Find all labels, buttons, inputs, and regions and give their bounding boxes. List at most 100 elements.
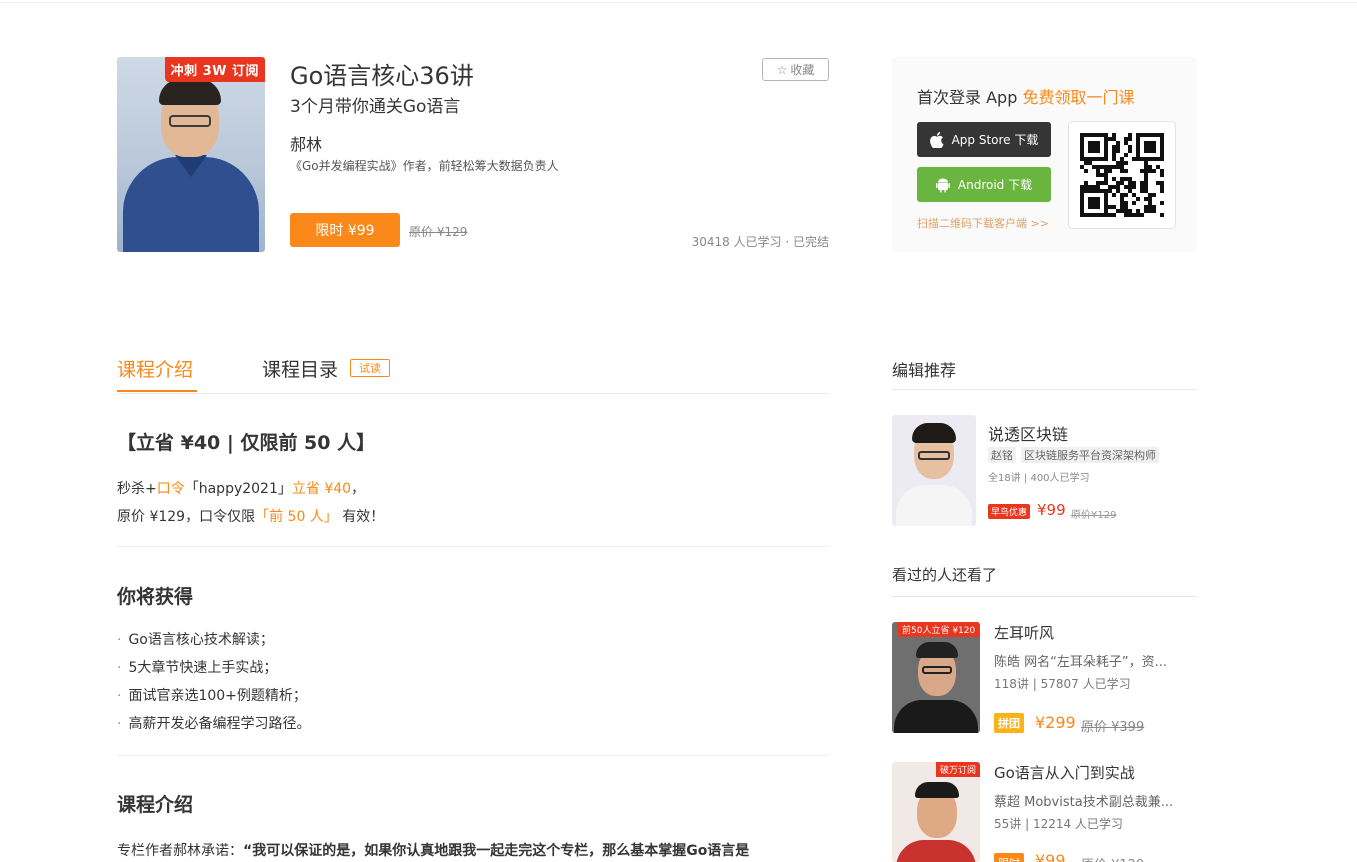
- recommended-course-price: ¥99: [1037, 501, 1066, 519]
- promo-l2-c: 有效！: [337, 509, 385, 525]
- also-viewed-meta-2: 55讲 | 12214 人已学习: [994, 817, 1123, 831]
- list-item: · 高薪开发必备编程学习路径。: [117, 714, 310, 742]
- list-item: · 面试官亲选100+例题精析；: [117, 686, 310, 714]
- cover-badge: 冲刺 3W 订阅: [164, 57, 265, 82]
- app-title-prefix: 首次登录 App: [917, 88, 1023, 107]
- apple-icon: [929, 131, 944, 148]
- bullet-icon: ·: [117, 716, 122, 732]
- bullet-icon: ·: [117, 688, 122, 704]
- gains-heading: 你将获得: [117, 586, 194, 608]
- trial-badge: 试读: [350, 359, 390, 377]
- also-viewed-price-1: ¥299: [1035, 713, 1076, 732]
- promo-l1-d: 立省 ¥40: [291, 481, 352, 497]
- learn-stats: 30418 人已学习 · 已完结: [691, 235, 829, 249]
- rec-figure-shirt: [896, 485, 972, 526]
- active-tab-indicator: [117, 390, 197, 392]
- favorite-label: 收藏: [790, 63, 815, 77]
- bullet-icon: ·: [117, 660, 122, 676]
- android-label: Android 下载: [957, 178, 1033, 192]
- qr-code-pattern: [1080, 133, 1164, 217]
- course-author[interactable]: 郝林: [290, 131, 322, 155]
- promo-l1-b: 口令: [156, 481, 185, 497]
- top-divider: [0, 2, 1357, 3]
- alt1-figure-hair: [916, 642, 958, 658]
- buy-button[interactable]: 限时 ¥99: [290, 213, 400, 247]
- qr-code: [1068, 121, 1176, 229]
- early-bird-badge: 早鸟优惠: [988, 504, 1031, 519]
- editor-pick-heading: 编辑推荐: [892, 361, 957, 380]
- author-promise: 专栏作者郝林承诺：“我可以保证的是，如果你认真地跟我一起走完这个专栏，那么基本掌…: [117, 840, 749, 860]
- promo-line-1: 秒杀+口令「happy2021」立省 ¥40，: [117, 478, 365, 498]
- also-viewed-cover-2[interactable]: 破万订阅: [892, 762, 980, 862]
- cover-figure-hair: [159, 79, 221, 105]
- gains-list: · Go语言核心技术解读； · 5大章节快速上手实战； · 面试官亲选100+例题精析…: [117, 630, 310, 742]
- alt1-figure-glasses: [922, 666, 952, 674]
- recommended-course-meta: 全18讲 | 400人已学习: [988, 473, 1090, 484]
- cover-figure-glasses: [169, 115, 211, 127]
- also-viewed-meta-1: 118讲 | 57807 人已学习: [994, 677, 1131, 691]
- recommended-course-original-price: 原价¥129: [1071, 510, 1117, 521]
- also-viewed-original-price-1: 原价 ¥399: [1081, 720, 1145, 735]
- gain-text: 5大章节快速上手实战；: [128, 660, 278, 676]
- rec-author-title: 区块链服务平台资深架构师: [1021, 447, 1159, 463]
- tab-course-intro[interactable]: 课程介绍: [117, 355, 193, 382]
- tab-course-catalog[interactable]: 课程目录: [262, 355, 338, 382]
- recommended-course-cover[interactable]: [892, 415, 976, 526]
- author-description: 《Go并发编程实战》作者，前轻松筹大数据负责人: [290, 159, 559, 173]
- original-price: 原价 ¥129: [409, 225, 468, 239]
- promo-l2-a: 原价 ¥129，口令仅限: [117, 509, 256, 525]
- gain-text: 高薪开发必备编程学习路径。: [128, 716, 311, 732]
- course-cover-image[interactable]: 冲刺 3W 订阅: [117, 57, 265, 252]
- promo-l1-e: ，: [351, 481, 366, 497]
- recommended-course-author: 赵铭 区块链服务平台资深架构师: [988, 447, 1159, 463]
- also-viewed-author-1: 陈皓 网名“左耳朵耗子”，资...: [994, 655, 1167, 670]
- promo-line-2: 原价 ¥129，口令仅限「前 50 人」 有效！: [117, 506, 384, 526]
- promise-prefix: 专栏作者郝林承诺：: [117, 843, 243, 859]
- app-download-card: 首次登录 App 免费领取一门课 App Store 下载 Android 下载…: [892, 57, 1197, 252]
- app-download-title: 首次登录 App 免费领取一门课: [917, 84, 1134, 108]
- appstore-label: App Store 下载: [951, 133, 1039, 147]
- limited-time-badge: 限时: [994, 853, 1024, 862]
- also-viewed-original-price-2: 原价 ¥129: [1081, 854, 1144, 862]
- rec-figure-hair: [912, 423, 956, 443]
- promo-l1-a: 秒杀+: [117, 481, 157, 497]
- also-viewed-cover-1[interactable]: 前50人立省 ¥120: [892, 622, 980, 733]
- also-viewed-price-2: ¥99: [1035, 851, 1066, 862]
- course-subtitle: 3个月带你通关Go语言: [290, 97, 461, 117]
- list-item: · 5大章节快速上手实战；: [117, 658, 310, 686]
- star-icon: ☆: [776, 62, 788, 77]
- app-title-highlight[interactable]: 免费领取一门课: [1022, 88, 1134, 107]
- qr-hint[interactable]: 扫描二维码下载客户端 >>: [917, 215, 1049, 231]
- also-viewed-title-1[interactable]: 左耳听风: [994, 622, 1054, 643]
- intro-heading: 课程介绍: [117, 794, 194, 816]
- android-icon: [935, 178, 950, 192]
- cover-ribbon: 前50人立省 ¥120: [898, 622, 980, 637]
- list-item: · Go语言核心技术解读；: [117, 630, 310, 658]
- section-divider: [117, 546, 829, 547]
- promo-l1-c: 「happy2021」: [184, 481, 292, 497]
- group-buy-badge: 拼团: [994, 713, 1024, 733]
- alt1-figure-shirt: [894, 700, 978, 733]
- gain-text: Go语言核心技术解读；: [128, 632, 274, 648]
- bullet-icon: ·: [117, 632, 122, 648]
- also-viewed-author-2: 蔡超 Mobvista技术副总裁兼...: [994, 795, 1174, 810]
- sidebar-divider: [892, 389, 1197, 390]
- promo-l2-b: 「前 50 人」: [255, 509, 338, 525]
- promo-heading: 【立省 ¥40 | 仅限前 50 人】: [117, 432, 376, 454]
- alt2-figure-shirt: [896, 840, 976, 862]
- appstore-download-button[interactable]: App Store 下载: [917, 122, 1051, 157]
- alt2-figure-hair: [915, 782, 959, 798]
- favorite-button[interactable]: ☆ 收藏: [762, 58, 829, 81]
- section-divider: [117, 755, 829, 756]
- tabs-divider: [117, 393, 829, 394]
- promise-quote: “我可以保证的是，如果你认真地跟我一起走完这个专栏，那么基本掌握Go语言是: [243, 843, 750, 859]
- recommended-course-title[interactable]: 说透区块链: [988, 421, 1068, 445]
- rec-author-name: 赵铭: [988, 447, 1016, 463]
- cover-ribbon: 破万订阅: [935, 762, 980, 777]
- also-viewed-title-2[interactable]: Go语言从入门到实战: [994, 762, 1135, 783]
- rec-figure-glasses: [918, 451, 950, 460]
- android-download-button[interactable]: Android 下载: [917, 167, 1051, 202]
- course-title: Go语言核心36讲: [290, 62, 474, 90]
- also-viewed-heading: 看过的人还看了: [892, 566, 998, 584]
- gain-text: 面试官亲选100+例题精析；: [128, 688, 307, 704]
